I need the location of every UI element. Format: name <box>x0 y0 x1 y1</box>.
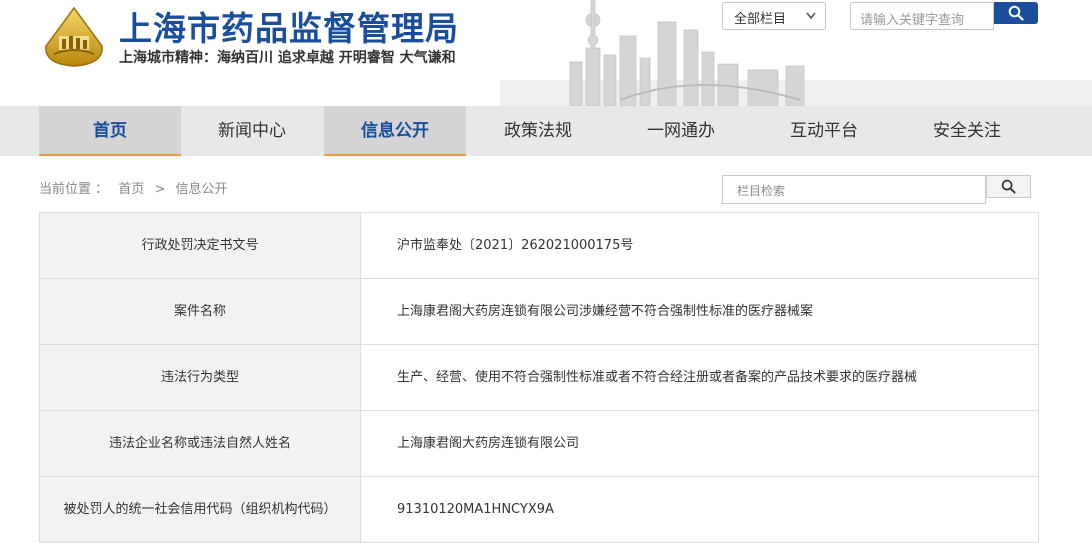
row-label: 案件名称 <box>39 279 361 344</box>
row-value: 91310120MA1HNCYX9A <box>361 477 1039 542</box>
column-search-placeholder: 栏目检索 <box>737 184 786 198</box>
emblem-logo-icon <box>45 6 103 67</box>
category-select[interactable]: 全部栏目 <box>722 2 826 30</box>
table-row: 违法行为类型 生产、经营、使用不符合强制性标准或者不符合经注册或者备案的产品技术… <box>39 345 1039 411</box>
nav-safety-concerns[interactable]: 安全关注 <box>896 106 1038 156</box>
search-icon <box>1008 5 1024 21</box>
nav-home[interactable]: 首页 <box>39 106 181 156</box>
row-value: 上海康君阁大药房连锁有限公司涉嫌经营不符合强制性标准的医疗器械案 <box>361 279 1039 344</box>
breadcrumb: 当前位置 ： 首页 > 信息公开 <box>39 178 234 197</box>
breadcrumb-current[interactable]: 信息公开 <box>175 182 227 197</box>
row-label: 违法企业名称或违法自然人姓名 <box>39 411 361 476</box>
search-icon <box>1001 179 1016 194</box>
table-row: 违法企业名称或违法自然人姓名 上海康君阁大药房连锁有限公司 <box>39 411 1039 477</box>
nav-info-disclosure[interactable]: 信息公开 <box>324 106 466 156</box>
nav-news-center[interactable]: 新闻中心 <box>181 106 323 156</box>
breadcrumb-home-link[interactable]: 首页 <box>118 182 144 197</box>
search-button[interactable] <box>994 2 1038 24</box>
site-title[interactable]: 上海市药品监督管理局 <box>119 2 459 50</box>
chevron-down-icon <box>806 12 816 20</box>
nav-interaction-platform[interactable]: 互动平台 <box>753 106 895 156</box>
column-search-button[interactable] <box>986 175 1031 198</box>
main-nav: 首页 新闻中心 信息公开 政策法规 一网通办 互动平台 安全关注 <box>0 106 1092 156</box>
row-value: 沪市监奉处〔2021〕262021000175号 <box>361 213 1039 278</box>
column-search-input[interactable]: 栏目检索 <box>722 175 986 204</box>
row-label: 行政处罚决定书文号 <box>39 213 361 278</box>
city-slogan: 上海城市精神：海纳百川 追求卓越 开明睿智 大气谦和 <box>119 50 456 66</box>
row-label: 被处罚人的统一社会信用代码（组织机构代码） <box>39 477 361 542</box>
category-select-value: 全部栏目 <box>734 12 787 27</box>
penalty-info-table: 行政处罚决定书文号 沪市监奉处〔2021〕262021000175号 案件名称 … <box>39 212 1039 543</box>
site-header: 上海市药品监督管理局 上海城市精神：海纳百川 追求卓越 开明睿智 大气谦和 全部… <box>0 0 1092 106</box>
breadcrumb-separator: > <box>154 182 166 197</box>
row-value: 上海康君阁大药房连锁有限公司 <box>361 411 1039 476</box>
keyword-search-placeholder: 请输入关键字查询 <box>860 13 965 28</box>
row-label: 违法行为类型 <box>39 345 361 410</box>
row-value: 生产、经营、使用不符合强制性标准或者不符合经注册或者备案的产品技术要求的医疗器械 <box>361 345 1039 410</box>
table-row: 被处罚人的统一社会信用代码（组织机构代码） 91310120MA1HNCYX9A <box>39 477 1039 543</box>
breadcrumb-prefix: 当前位置 ： <box>39 182 109 197</box>
nav-policies-regulations[interactable]: 政策法规 <box>467 106 609 156</box>
table-row: 行政处罚决定书文号 沪市监奉处〔2021〕262021000175号 <box>39 213 1039 279</box>
nav-one-stop-service[interactable]: 一网通办 <box>610 106 752 156</box>
keyword-search-input[interactable]: 请输入关键字查询 <box>850 2 994 30</box>
table-row: 案件名称 上海康君阁大药房连锁有限公司涉嫌经营不符合强制性标准的医疗器械案 <box>39 279 1039 345</box>
